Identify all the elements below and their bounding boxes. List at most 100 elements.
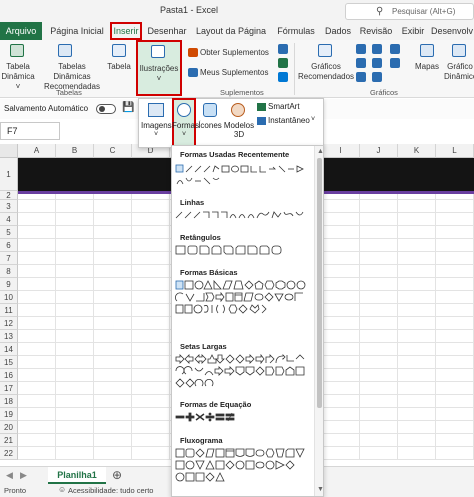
sheet-tab-planilha1[interactable]: Planilha1 [48,467,106,484]
shape-row[interactable] [175,304,312,314]
flowchart-icons-row1[interactable] [175,448,312,458]
row-header[interactable]: 11 [0,304,18,317]
tabela-dinamica-button[interactable]: Tabela Dinâmica ˅ [0,62,36,92]
shape-row[interactable] [175,472,312,482]
basic-shapes-icons-row1[interactable] [175,279,312,290]
block-arrows-icons-row3[interactable] [175,378,312,388]
row-header[interactable]: 21 [0,434,18,447]
column-chart-icon [356,44,366,54]
icones-button[interactable]: Ícones [197,121,223,130]
recent-shapes-icons-row2[interactable] [175,176,312,186]
flowchart-icons-row2[interactable] [175,460,312,470]
save-icon[interactable]: 💾 [122,102,134,113]
instantaneo-button[interactable]: Instantâneo [268,116,310,125]
column-header[interactable]: C [94,144,132,158]
row-header[interactable]: 22 [0,447,18,460]
shape-row[interactable] [175,245,312,255]
basic-shapes-icons-row3[interactable] [175,304,312,314]
shape-row[interactable] [175,210,312,220]
column-gridline [397,158,398,460]
lines-shapes-icons[interactable] [175,210,312,220]
tabela-button[interactable]: Tabela [106,62,132,72]
tab-formulas[interactable]: Fórmulas [272,22,320,40]
shape-row[interactable] [175,291,312,303]
row-header[interactable]: 10 [0,291,18,304]
row-header[interactable]: 19 [0,408,18,421]
ilustracoes-dropdown: Imagens ˅ Formas ˅ Ícones Modelos 3D Sma… [138,98,324,148]
illustrations-icon [151,45,165,58]
row-header[interactable]: 1 [0,158,18,191]
row-header[interactable]: 7 [0,252,18,265]
row-header[interactable]: 9 [0,278,18,291]
tab-inserir[interactable]: Inserir [110,22,142,40]
mapas-button[interactable]: Mapas [410,62,444,72]
imagens-button[interactable]: Imagens [141,121,172,130]
column-header[interactable]: B [56,144,94,158]
scroll-down-icon[interactable]: ▼ [317,486,323,493]
name-box[interactable]: F7 [0,122,60,140]
shape-row[interactable] [175,378,312,388]
tab-desenvolvedor[interactable]: Desenvolv [430,22,474,40]
tab-dados[interactable]: Dados [322,22,354,40]
column-header[interactable]: J [360,144,398,158]
tab-revisao[interactable]: Revisão [356,22,396,40]
row-header[interactable]: 8 [0,265,18,278]
scrollbar-thumb[interactable] [317,158,322,408]
shape-row[interactable] [175,460,312,470]
shape-row[interactable] [175,412,312,422]
recent-shapes-icons[interactable] [175,164,312,174]
basic-shapes-icons-row2[interactable] [175,291,312,303]
flowchart-icons-row3[interactable] [175,472,312,482]
next-sheet-icon[interactable]: ▶ [20,470,27,481]
status-accessibility[interactable]: Acessibilidade: tudo certo [68,486,153,495]
row-header[interactable]: 18 [0,395,18,408]
meus-suplementos-button[interactable]: Meus Suplementos [200,68,272,78]
modelos-3d-button[interactable]: Modelos 3D [223,121,255,139]
grafico-dinamico-button[interactable]: Gráfico Dinâmico [444,62,474,82]
smartart-button[interactable]: SmartArt [268,102,300,111]
row-header[interactable]: 15 [0,356,18,369]
tab-layout-da-pagina[interactable]: Layout da Página [192,22,270,40]
tab-desenhar[interactable]: Desenhar [146,22,188,40]
tab-exibir[interactable]: Exibir [398,22,428,40]
row-header[interactable]: 13 [0,330,18,343]
shape-row[interactable] [175,366,312,376]
autosave-toggle[interactable] [96,104,116,114]
row-header[interactable]: 5 [0,226,18,239]
shape-row[interactable] [175,448,312,458]
graficos-recomendados-button[interactable]: Gráficos Recomendados [298,62,354,82]
column-header[interactable]: K [398,144,436,158]
section-formas-basicas: Formas Básicas [180,268,238,277]
column-header[interactable]: I [322,144,360,158]
equation-shapes-icons[interactable] [175,412,312,422]
ribbon-separator [294,43,295,95]
column-gridline [131,158,132,460]
shape-row[interactable] [175,164,312,174]
prev-sheet-icon[interactable]: ◀ [6,470,13,481]
column-header[interactable]: A [18,144,56,158]
column-header[interactable]: L [436,144,474,158]
row-header[interactable]: 20 [0,421,18,434]
gallery-scrollbar[interactable]: ▲ ▼ [314,146,323,496]
search-box[interactable]: ⚲ Pesquisar (Alt+G) [345,3,474,20]
rectangle-shapes-icons[interactable] [175,245,312,255]
row-header[interactable]: 3 [0,200,18,213]
shape-row[interactable] [175,176,312,186]
add-sheet-icon[interactable]: ⊕ [112,468,122,482]
scroll-up-icon[interactable]: ▲ [317,148,323,155]
row-header[interactable]: 16 [0,369,18,382]
row-header[interactable]: 14 [0,343,18,356]
row-header[interactable]: 6 [0,239,18,252]
shape-row[interactable] [175,279,312,290]
row-header[interactable]: 4 [0,213,18,226]
block-arrows-icons-row2[interactable] [175,366,312,376]
row-header[interactable]: 12 [0,317,18,330]
tab-arquivo[interactable]: Arquivo [0,22,42,40]
block-arrows-icons-row1[interactable] [175,353,312,365]
select-all-corner[interactable] [0,144,18,158]
row-header[interactable]: 2 [0,191,18,200]
row-header[interactable]: 17 [0,382,18,395]
shape-row[interactable] [175,353,312,365]
tab-pagina-inicial[interactable]: Página Inicial [46,22,108,40]
obter-suplementos-button[interactable]: Obter Suplementos [200,48,270,58]
